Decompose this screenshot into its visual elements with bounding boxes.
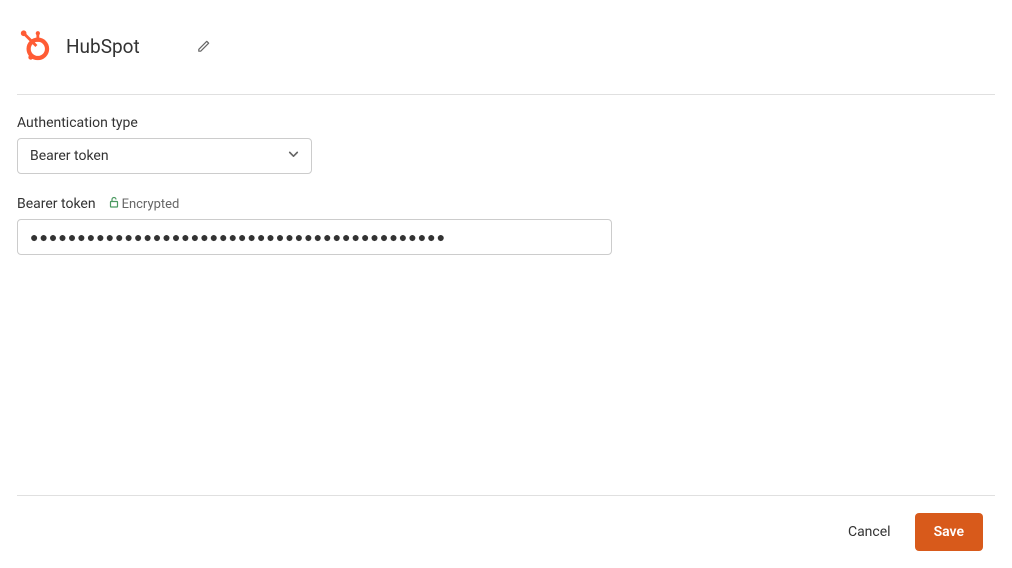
form-section: Authentication type Bearer token xyxy=(17,95,995,277)
save-button[interactable]: Save xyxy=(915,513,983,551)
bearer-token-field-group: Bearer token Encrypted xyxy=(17,196,995,255)
bearer-token-label-row: Bearer token Encrypted xyxy=(17,196,995,212)
page-title: HubSpot xyxy=(66,35,140,58)
footer: Cancel Save xyxy=(17,495,995,551)
auth-type-label: Authentication type xyxy=(17,115,995,131)
bearer-token-label: Bearer token xyxy=(17,196,96,212)
footer-buttons: Cancel Save xyxy=(17,496,995,551)
encrypted-text: Encrypted xyxy=(122,197,180,212)
bearer-token-input[interactable] xyxy=(17,219,612,255)
lock-icon xyxy=(108,196,120,212)
edit-icon[interactable] xyxy=(196,39,211,54)
auth-type-field-group: Authentication type xyxy=(17,115,995,174)
cancel-button[interactable]: Cancel xyxy=(848,514,891,550)
header: HubSpot xyxy=(17,28,995,94)
encrypted-badge: Encrypted xyxy=(108,196,180,212)
auth-type-select[interactable] xyxy=(17,138,312,174)
auth-type-select-wrapper xyxy=(17,138,312,174)
hubspot-logo-icon xyxy=(17,28,53,64)
